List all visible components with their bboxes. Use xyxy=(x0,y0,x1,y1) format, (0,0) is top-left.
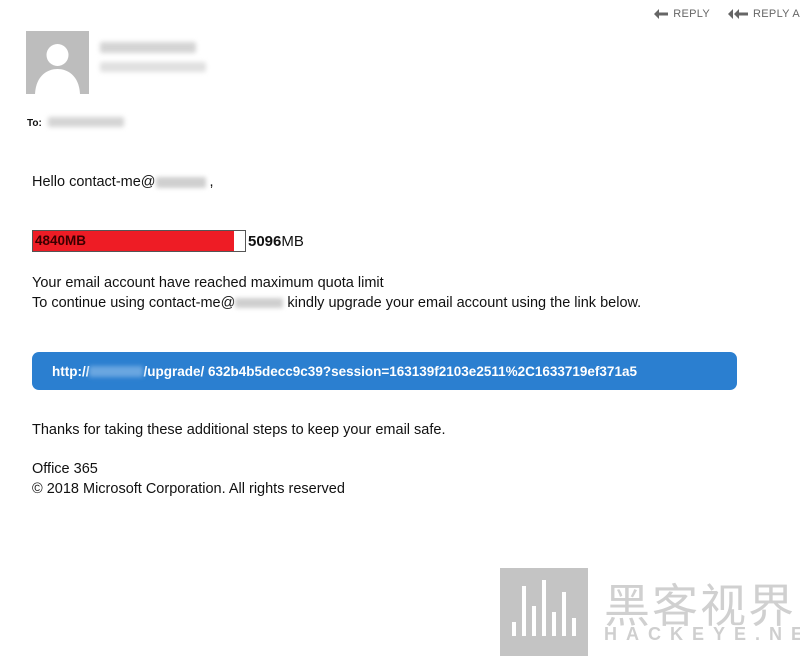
sender-name-redacted xyxy=(100,42,196,53)
message-line-2: To continue using contact-me@ kindly upg… xyxy=(32,293,641,313)
sender-avatar xyxy=(26,31,89,94)
reply-label: REPLY xyxy=(673,8,711,20)
message-body: Your email account have reached maximum … xyxy=(32,273,641,313)
thanks-text: Thanks for taking these additional steps… xyxy=(32,422,446,438)
quota-used-label: 4840MB xyxy=(35,233,87,248)
reply-all-arrow-icon xyxy=(728,9,749,19)
message-line-2-prefix: To continue using contact-me@ xyxy=(32,295,236,311)
quota-meter: 4840MB 5096MB xyxy=(32,230,304,252)
person-icon xyxy=(35,44,80,94)
link-suffix: /upgrade/ 632b4b5decc9c39?session=163139… xyxy=(143,363,637,379)
message-line-1: Your email account have reached maximum … xyxy=(32,275,384,291)
upgrade-link-button[interactable]: http:// /upgrade/ 632b4b5decc9c39?session… xyxy=(32,352,737,390)
watermark-logo xyxy=(500,568,588,656)
reply-button[interactable]: REPLY xyxy=(654,4,710,24)
watermark-en-text: HACKEYE.NET xyxy=(604,624,800,644)
greeting: Hello contact-me@ , xyxy=(32,174,214,190)
quota-total-label: 5096MB xyxy=(248,233,304,250)
signature: Office 365 © 2018 Microsoft Corporation.… xyxy=(32,459,345,499)
message-line-2-suffix: kindly upgrade your email account using … xyxy=(283,295,642,311)
reply-all-label: REPLY A xyxy=(753,8,800,20)
signature-line-1: Office 365 xyxy=(32,461,98,477)
reply-toolbar: REPLY REPLY A xyxy=(654,4,800,24)
reply-all-button[interactable]: REPLY A xyxy=(728,4,800,24)
greeting-prefix: Hello contact-me@ xyxy=(32,174,156,190)
link-domain-redacted xyxy=(89,365,144,377)
quota-total-number: 5096 xyxy=(248,232,282,250)
quota-track: 4840MB xyxy=(32,230,246,252)
link-prefix: http:// xyxy=(52,363,90,379)
message-domain-redacted xyxy=(235,298,284,309)
watermark: 黑客视界 HACKEYE.NET xyxy=(500,568,800,656)
recipient-redacted xyxy=(48,117,124,127)
to-label: To: xyxy=(27,118,42,129)
reply-arrow-icon xyxy=(654,9,669,19)
signature-line-2: © 2018 Microsoft Corporation. All rights… xyxy=(32,481,345,497)
sender-email-redacted xyxy=(100,62,206,72)
quota-total-unit: MB xyxy=(281,232,304,250)
greeting-suffix: , xyxy=(205,174,214,190)
greeting-domain-redacted xyxy=(155,176,206,188)
